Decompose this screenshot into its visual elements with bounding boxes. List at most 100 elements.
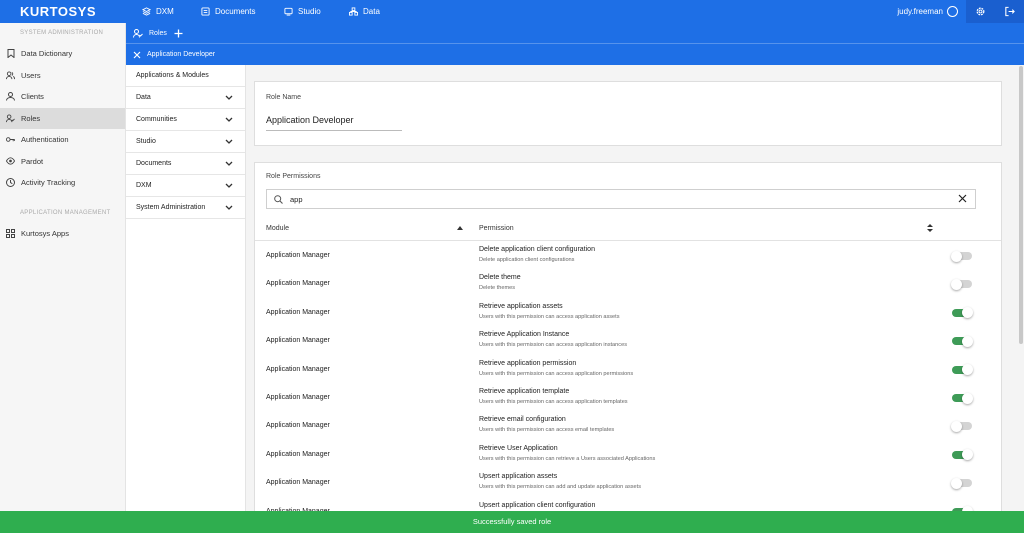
permission-toggle[interactable]	[952, 307, 973, 319]
search-input[interactable]: app	[290, 195, 303, 204]
open-role-tab[interactable]: Application Developer	[126, 44, 1024, 65]
search-icon	[274, 194, 283, 204]
category-label: Applications & Modules	[136, 72, 209, 79]
chevron-down-icon	[225, 139, 233, 144]
gear-icon[interactable]	[975, 6, 986, 17]
table-row: Application Manager Retrieve email config…	[255, 412, 1001, 440]
permission-description: Users with this permission can add and u…	[479, 484, 641, 491]
nav-data[interactable]: Data	[349, 0, 380, 23]
toggle-knob	[951, 278, 962, 290]
permission-title: Retrieve application template	[479, 388, 570, 395]
permission-title: Retrieve application permission	[479, 359, 577, 367]
category-applications-modules[interactable]: Applications & Modules	[126, 65, 245, 87]
role-name-label: Role Name	[266, 94, 302, 101]
top-bar: KURTOSYS DXM Documents Studio Data judy.…	[0, 0, 1024, 23]
column-module[interactable]: Module	[266, 225, 289, 232]
permission-title: Retrieve Application Instance	[479, 331, 570, 339]
eye-icon	[6, 157, 15, 166]
nav-data-label: Data	[363, 7, 380, 16]
category-documents[interactable]: Documents	[126, 153, 245, 175]
documents-icon	[201, 7, 210, 16]
breadcrumb-roles[interactable]: Roles	[149, 30, 167, 37]
toggle-knob	[962, 335, 973, 347]
toggle-knob	[962, 392, 973, 404]
chevron-down-icon	[225, 95, 233, 100]
permission-toggle[interactable]	[951, 420, 972, 432]
category-label: Communities	[136, 116, 177, 123]
sidebar-item-authentication[interactable]: Authentication	[0, 129, 125, 151]
sidebar-item-data-dictionary[interactable]: Data Dictionary	[0, 43, 125, 65]
toggle-knob	[962, 449, 973, 461]
sidebar-item-roles[interactable]: Roles	[0, 107, 125, 129]
sidebar: SYSTEM ADMINISTRATION Data Dictionary Us…	[0, 23, 126, 511]
category-label: Documents	[136, 160, 172, 167]
data-icon	[349, 7, 358, 16]
permission-description: Users with this permission can access em…	[479, 427, 615, 434]
role-permissions-panel: Role Permissions app Module Permission A…	[254, 162, 1002, 522]
column-permission[interactable]: Permission	[479, 225, 514, 232]
nav-documents[interactable]: Documents	[201, 0, 255, 23]
permission-module: Application Manager	[266, 479, 330, 487]
permission-toggle[interactable]	[952, 449, 973, 461]
permission-toggle[interactable]	[952, 364, 973, 376]
permission-module: Application Manager	[266, 308, 330, 316]
close-icon[interactable]	[133, 51, 141, 59]
permission-toggle[interactable]	[951, 250, 972, 262]
logo[interactable]: KURTOSYS	[20, 4, 96, 19]
success-toast: Successfully saved role	[0, 511, 1024, 533]
sidebar-item-label: Users	[21, 70, 41, 80]
toggle-knob	[951, 477, 962, 489]
nav-dxm[interactable]: DXM	[142, 0, 174, 23]
sidebar-item-pardot[interactable]: Pardot	[0, 151, 125, 173]
sidebar-item-kurtosys-apps[interactable]: Kurtosys Apps	[0, 223, 125, 245]
sidebar-item-users[interactable]: Users	[0, 65, 125, 87]
category-system-administration[interactable]: System Administration	[126, 197, 245, 219]
category-dxm[interactable]: DXM	[126, 175, 245, 197]
permission-description: Users with this permission can retrieve …	[479, 455, 656, 462]
sidebar-section-app-management: APPLICATION MANAGEMENT	[20, 209, 111, 216]
permission-title: Retrieve User Application	[479, 444, 558, 452]
permission-module: Application Manager	[266, 252, 330, 259]
sidebar-item-label: Kurtosys Apps	[21, 228, 69, 238]
permission-module: Application Manager	[266, 450, 330, 458]
permission-toggle[interactable]	[952, 392, 973, 404]
permission-categories: Applications & Modules Data Communities …	[126, 65, 246, 511]
page-scrollbar[interactable]	[1019, 66, 1023, 344]
chevron-down-icon	[225, 183, 233, 188]
sidebar-item-activity-tracking[interactable]: Activity Tracking	[0, 172, 125, 194]
sort-icon[interactable]	[927, 223, 933, 233]
clients-icon	[6, 92, 15, 101]
nav-dxm-label: DXM	[156, 7, 174, 16]
clear-search-icon[interactable]	[958, 194, 967, 203]
role-name-input[interactable]: Application Developer	[266, 115, 402, 131]
table-row: Application Manager Delete application cl…	[255, 242, 1001, 270]
toggle-knob	[951, 250, 962, 262]
add-icon[interactable]	[174, 29, 183, 38]
table-row: Application Manager Retrieve application …	[255, 384, 1001, 412]
category-studio[interactable]: Studio	[126, 131, 245, 153]
permission-search[interactable]: app	[266, 189, 976, 209]
sort-up-icon[interactable]	[457, 225, 463, 231]
roles-icon	[6, 114, 15, 123]
sidebar-item-clients[interactable]: Clients	[0, 86, 125, 108]
nav-studio[interactable]: Studio	[284, 0, 321, 23]
open-role-name: Application Developer	[147, 51, 216, 58]
clock-icon	[6, 178, 15, 188]
logout-icon[interactable]	[1004, 6, 1015, 17]
permission-toggle[interactable]	[952, 335, 973, 347]
permission-title: Delete application client configuration	[479, 246, 595, 253]
category-data[interactable]: Data	[126, 87, 245, 109]
category-communities[interactable]: Communities	[126, 109, 245, 131]
chevron-down-icon	[225, 205, 233, 210]
permissions-table-header: Module Permission	[255, 217, 1001, 241]
sidebar-item-label: Pardot	[21, 156, 44, 166]
permission-toggle[interactable]	[951, 278, 972, 290]
permission-description: Delete themes	[479, 285, 516, 292]
permission-toggle[interactable]	[951, 477, 972, 489]
category-label: Studio	[136, 138, 156, 145]
sidebar-item-label: Authentication	[21, 135, 69, 145]
role-name-panel: Role Name Application Developer	[254, 81, 1002, 146]
table-row: Application Manager Delete theme Delete th…	[255, 270, 1001, 298]
user-menu[interactable]: judy.freeman	[897, 0, 958, 23]
breadcrumb: Roles	[126, 23, 1024, 44]
